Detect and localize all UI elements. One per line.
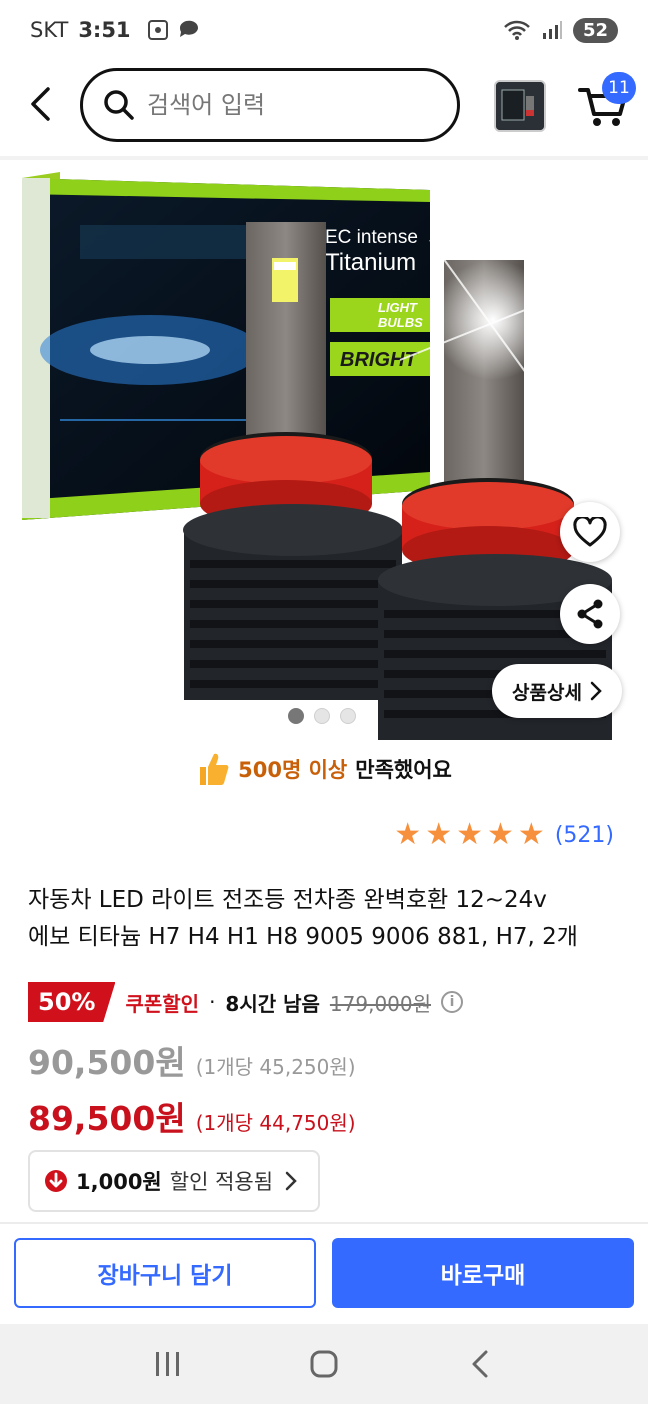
carousel-dot-3[interactable]	[340, 708, 356, 724]
carousel-dot-2[interactable]	[314, 708, 330, 724]
star-icon: ★	[425, 817, 453, 852]
recent-apps-icon	[156, 1352, 179, 1376]
add-to-cart-button[interactable]: 장바구니 담기	[14, 1238, 316, 1308]
battery-indicator: 52	[572, 17, 618, 43]
original-price: 179,000원	[329, 991, 432, 1016]
satisfaction-text: 만족했어요	[355, 758, 452, 782]
sale-price: 90,500원	[28, 1043, 186, 1082]
svg-text:BRIGHT: BRIGHT	[340, 349, 418, 371]
back-icon	[472, 1350, 488, 1378]
review-count-link[interactable]: (521)	[555, 823, 614, 848]
star-icon: ★	[394, 817, 422, 852]
sale-price-row: 90,500원 (1개당 45,250원)	[28, 1036, 356, 1084]
coupon-price-row: 50% 쿠폰할인 · 8시간 남음 179,000원 i	[28, 982, 464, 1022]
wishlist-button[interactable]	[560, 502, 620, 562]
share-button[interactable]	[560, 584, 620, 644]
sale-unit-price: (1개당 45,250원)	[195, 1055, 356, 1079]
led-bulb-product-photo: EC intense Titanium LIGHT BULBS BRIGHT	[22, 172, 612, 740]
rating[interactable]: ★ ★ ★ ★ ★ (521)	[394, 820, 614, 850]
clock: 3:51	[78, 18, 131, 42]
product-thumbnail-image	[496, 82, 544, 130]
final-price: 89,500원	[28, 1099, 186, 1138]
back-button[interactable]	[20, 82, 60, 126]
search-bar[interactable]	[80, 68, 460, 142]
info-icon[interactable]: i	[441, 991, 464, 1013]
signal-icon	[542, 21, 562, 39]
header	[0, 62, 648, 152]
home-button[interactable]	[294, 1334, 354, 1394]
product-title-line-1: 자동차 LED 라이트 전조등 전차종 완벽호환 12~24v	[28, 887, 547, 913]
chat-bubble-icon	[179, 20, 198, 37]
home-icon	[310, 1350, 338, 1378]
status-left: SKT 3:51	[30, 18, 201, 42]
product-title: 자동차 LED 라이트 전조등 전차종 완벽호환 12~24v 에보 티타늄 H…	[28, 882, 628, 956]
coupon-amount: 1,000원	[76, 1170, 162, 1194]
chevron-right-icon	[285, 1171, 297, 1191]
coupon-applied-text: 할인 적용됨	[169, 1170, 274, 1194]
status-right: 52	[503, 17, 618, 43]
product-detail-button[interactable]: 상품상세	[492, 664, 622, 718]
system-navigation-bar	[0, 1324, 648, 1404]
back-arrow-icon	[31, 87, 50, 121]
final-unit-price: (1개당 44,750원)	[195, 1111, 356, 1135]
star-icon: ★	[517, 817, 545, 852]
status-bar: SKT 3:51 52	[0, 0, 648, 60]
recent-product-thumbnail[interactable]	[494, 80, 546, 132]
search-icon	[104, 90, 134, 120]
notification-icons	[147, 19, 201, 41]
discount-rate-badge: 50%	[28, 982, 116, 1022]
separator-dot: ·	[209, 990, 216, 1014]
screenshot-icon	[147, 20, 168, 40]
heart-icon	[573, 517, 607, 547]
svg-text:LIGHT: LIGHT	[378, 300, 418, 315]
coupon-discount-label: 쿠폰할인	[125, 991, 200, 1016]
time-remaining: 8시간 남음	[225, 991, 320, 1016]
product-title-line-2: 에보 티타늄 H7 H4 H1 H8 9005 9006 881, H7, 2개	[28, 924, 578, 950]
carrier-label: SKT	[30, 18, 69, 42]
product-image[interactable]: EC intense Titanium LIGHT BULBS BRIGHT	[0, 160, 648, 740]
cart-count-badge: 11	[602, 72, 636, 104]
satisfaction-count: 500명 이상	[238, 758, 348, 782]
thumbs-up-icon	[200, 753, 229, 785]
wifi-icon	[504, 20, 530, 40]
carousel-dot-1[interactable]	[288, 708, 304, 724]
down-arrow-circle-icon	[45, 1170, 67, 1192]
satisfaction-banner: 500명 이상 만족했어요	[0, 744, 648, 794]
star-icon: ★	[456, 817, 484, 852]
carousel-indicator	[288, 708, 356, 724]
coupon-applied-button[interactable]: 1,000원 할인 적용됨	[28, 1150, 320, 1212]
buy-now-button[interactable]: 바로구매	[332, 1238, 634, 1308]
svg-text:Titanium: Titanium	[325, 249, 416, 276]
product-detail-label: 상품상세	[512, 681, 582, 704]
svg-text:EC intense: EC intense	[325, 227, 418, 248]
share-icon	[577, 599, 603, 629]
action-bar-divider	[0, 1222, 648, 1224]
recent-apps-button[interactable]	[138, 1334, 198, 1394]
svg-text:BULBS: BULBS	[378, 315, 423, 330]
search-input[interactable]	[147, 91, 407, 119]
final-price-row: 89,500원 (1개당 44,750원)	[28, 1092, 356, 1140]
chevron-right-icon	[590, 681, 602, 701]
star-icon: ★	[487, 817, 514, 852]
back-nav-button[interactable]	[450, 1334, 510, 1394]
